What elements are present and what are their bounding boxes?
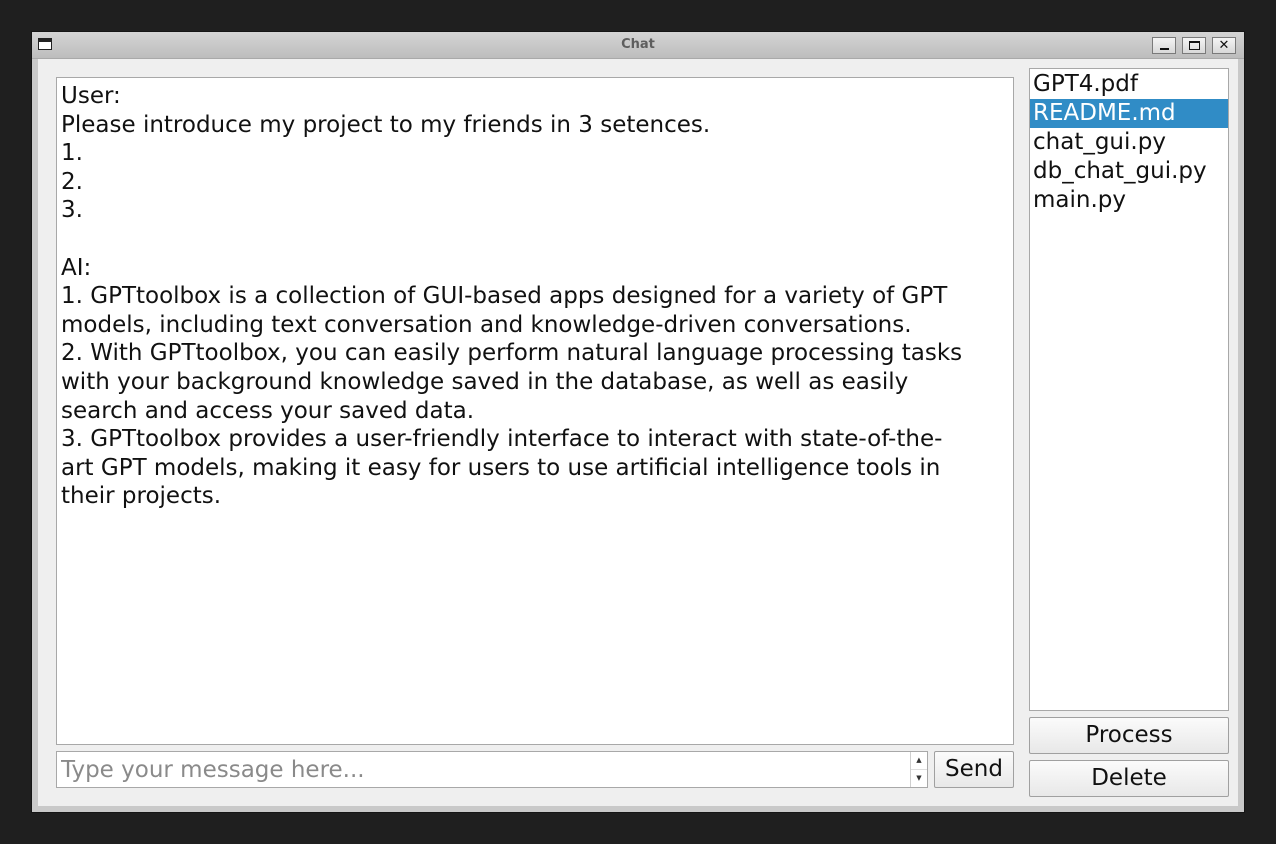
chat-line: 3. GPTtoolbox provides a user-friendly i… <box>61 426 943 453</box>
chat-line: with your background knowledge saved in … <box>61 368 909 395</box>
file-list-item[interactable]: chat_gui.py <box>1030 128 1228 157</box>
chat-window: Chat ✕ User: Please introduce my project … <box>32 32 1244 812</box>
maximize-icon <box>1189 41 1200 50</box>
message-input-box[interactable]: ▲ ▼ <box>56 751 928 788</box>
window-title: Chat <box>621 37 655 52</box>
chat-line: 1. <box>61 140 83 167</box>
send-button[interactable]: Send <box>934 751 1014 788</box>
delete-button[interactable]: Delete <box>1029 760 1229 797</box>
arrow-down-icon[interactable]: ▼ <box>911 770 927 787</box>
chat-line: search and access your saved data. <box>61 397 475 424</box>
chat-line: User: <box>61 83 121 109</box>
file-list-item[interactable]: GPT4.pdf <box>1030 70 1228 99</box>
close-icon: ✕ <box>1218 38 1230 53</box>
close-button[interactable]: ✕ <box>1212 37 1236 54</box>
chat-line: 3. <box>61 197 83 224</box>
chat-line: models, including text conversation and … <box>61 311 912 338</box>
file-list[interactable]: GPT4.pdf README.md chat_gui.py db_chat_gui.… <box>1029 68 1229 711</box>
chat-line: AI: <box>61 254 92 281</box>
chat-line: Please introduce my project to my friend… <box>61 111 711 138</box>
maximize-button[interactable] <box>1182 37 1206 54</box>
chat-line: 2. With GPTtoolbox, you can easily perfo… <box>61 340 963 367</box>
arrow-up-icon[interactable]: ▲ <box>911 752 927 770</box>
input-spin-buttons: ▲ ▼ <box>910 752 927 787</box>
file-list-item[interactable]: db_chat_gui.py <box>1030 157 1228 186</box>
file-list-item[interactable]: README.md <box>1030 99 1228 128</box>
title-bar[interactable]: Chat ✕ <box>32 32 1244 59</box>
chat-history[interactable]: User: Please introduce my project to my f… <box>56 77 1014 745</box>
chat-line: their projects. <box>61 483 222 510</box>
chat-line <box>61 225 1009 254</box>
minimize-button[interactable] <box>1152 37 1176 54</box>
file-list-item[interactable]: main.py <box>1030 186 1228 215</box>
chat-line: 2. <box>61 168 83 195</box>
chat-line: 1. GPTtoolbox is a collection of GUI-bas… <box>61 283 948 310</box>
minimize-icon <box>1160 48 1169 50</box>
process-button[interactable]: Process <box>1029 717 1229 754</box>
window-content: User: Please introduce my project to my f… <box>38 59 1238 806</box>
message-input[interactable] <box>57 752 917 787</box>
chat-line: art GPT models, making it easy for users… <box>61 454 941 481</box>
